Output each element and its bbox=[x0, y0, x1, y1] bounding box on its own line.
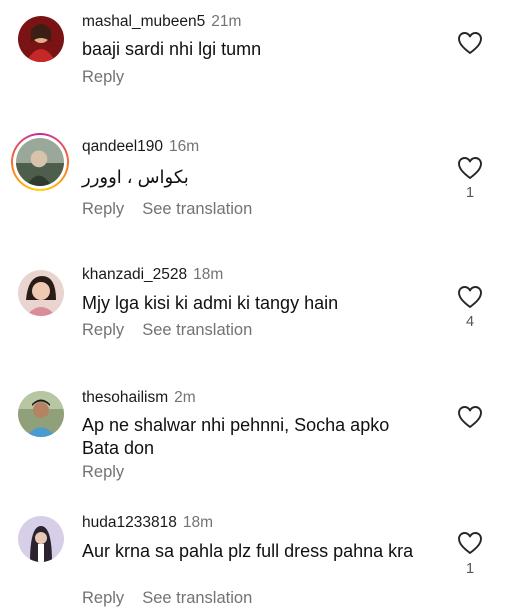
heart-outline-icon bbox=[458, 532, 482, 554]
like-count: 1 bbox=[465, 561, 475, 577]
comment-text: Ap ne shalwar nhi pehnni, Socha apko Bat… bbox=[82, 415, 390, 458]
avatar-image bbox=[18, 516, 64, 562]
comment-timestamp: 18m bbox=[193, 266, 224, 283]
avatar[interactable] bbox=[11, 133, 69, 191]
reply-button[interactable]: Reply bbox=[82, 321, 124, 339]
comment-timestamp: 21m bbox=[211, 13, 242, 30]
like-button[interactable] bbox=[457, 405, 483, 429]
comment-username[interactable]: mashal_mubeen5 bbox=[82, 13, 205, 30]
see-translation-button[interactable]: See translation bbox=[142, 589, 252, 607]
avatar-image bbox=[18, 270, 64, 316]
like-count: 4 bbox=[465, 314, 475, 330]
comment-timestamp: 16m bbox=[169, 138, 200, 155]
heart-outline-icon bbox=[458, 286, 482, 308]
comment-username[interactable]: thesohailism bbox=[82, 389, 168, 406]
reply-button[interactable]: Reply bbox=[82, 463, 124, 481]
comment-text: baaji sardi nhi lgi tumn bbox=[82, 39, 262, 59]
comment-username[interactable]: huda1233818 bbox=[82, 514, 177, 531]
see-translation-button[interactable]: See translation bbox=[142, 321, 252, 339]
comment-text: Mjy lga kisi ki admi ki tangy hain bbox=[82, 293, 339, 313]
like-count: 1 bbox=[465, 185, 475, 201]
comment-username[interactable]: qandeel190 bbox=[82, 138, 163, 155]
comment-timestamp: 2m bbox=[174, 389, 196, 406]
avatar[interactable] bbox=[18, 516, 64, 562]
see-translation-button[interactable]: See translation bbox=[142, 200, 252, 218]
reply-button[interactable]: Reply bbox=[82, 589, 124, 607]
heart-outline-icon bbox=[458, 406, 482, 428]
like-button[interactable] bbox=[457, 531, 483, 555]
comment-text: Aur krna sa pahla plz full dress pahna k… bbox=[82, 541, 414, 561]
comment-timestamp: 18m bbox=[182, 514, 213, 531]
like-button[interactable] bbox=[457, 156, 483, 180]
comment-text: بکواس ، اوورر bbox=[82, 167, 189, 187]
heart-outline-icon bbox=[458, 157, 482, 179]
comment-username[interactable]: khanzadi_2528 bbox=[82, 266, 187, 283]
avatar[interactable] bbox=[18, 270, 64, 316]
story-ring bbox=[13, 135, 67, 189]
avatar-image bbox=[18, 16, 64, 62]
avatar-image bbox=[16, 138, 64, 186]
like-button[interactable] bbox=[457, 31, 483, 55]
reply-button[interactable]: Reply bbox=[82, 200, 124, 218]
reply-button[interactable]: Reply bbox=[82, 68, 124, 86]
avatar[interactable] bbox=[18, 16, 64, 62]
avatar-image bbox=[18, 391, 64, 437]
avatar[interactable] bbox=[18, 391, 64, 437]
heart-outline-icon bbox=[458, 32, 482, 54]
like-button[interactable] bbox=[457, 285, 483, 309]
